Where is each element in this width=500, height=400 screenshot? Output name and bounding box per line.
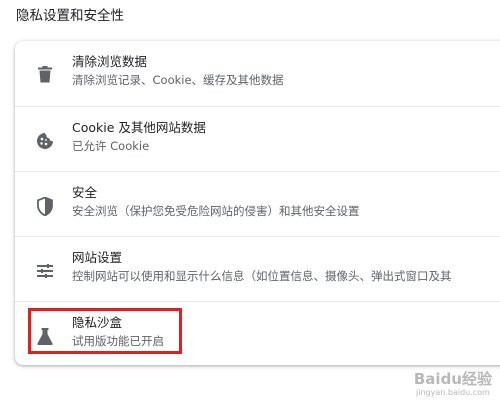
row-description: 控制网站可以使用和显示什么信息（如位置信息、摄像头、弹出式窗口及其	[72, 269, 452, 283]
sliders-icon	[35, 261, 55, 281]
section-title: 隐私设置和安全性	[16, 8, 124, 24]
watermark-url: jingyan.baidu.com	[416, 388, 490, 397]
row-label: 网站设置	[72, 250, 123, 265]
row-description: 已允许 Cookie	[72, 139, 150, 153]
highlight-box	[28, 308, 182, 354]
trash-icon	[35, 64, 55, 84]
cookies-row[interactable]: Cookie 及其他网站数据 已允许 Cookie	[15, 106, 500, 171]
row-label: Cookie 及其他网站数据	[72, 120, 206, 135]
cookie-icon	[35, 131, 55, 151]
clear-browsing-data-row[interactable]: 清除浏览数据 清除浏览记录、Cookie、缓存及其他数据	[15, 41, 500, 106]
site-settings-row[interactable]: 网站设置 控制网站可以使用和显示什么信息（如位置信息、摄像头、弹出式窗口及其	[15, 236, 500, 301]
security-row[interactable]: 安全 安全浏览（保护您免受危险网站的侵害）和其他安全设置	[15, 171, 500, 236]
row-label: 清除浏览数据	[72, 54, 148, 69]
page: 隐私设置和安全性 清除浏览数据 清除浏览记录、Cookie、缓存及其他数据 Co…	[0, 0, 500, 400]
shield-icon	[35, 196, 55, 216]
row-description: 清除浏览记录、Cookie、缓存及其他数据	[72, 73, 284, 87]
row-description: 安全浏览（保护您免受危险网站的侵害）和其他安全设置	[72, 204, 360, 218]
watermark-main: Baidu经验	[413, 370, 492, 388]
row-label: 安全	[72, 185, 98, 200]
watermark: Baidu经验 jingyan.baidu.com	[414, 370, 492, 398]
